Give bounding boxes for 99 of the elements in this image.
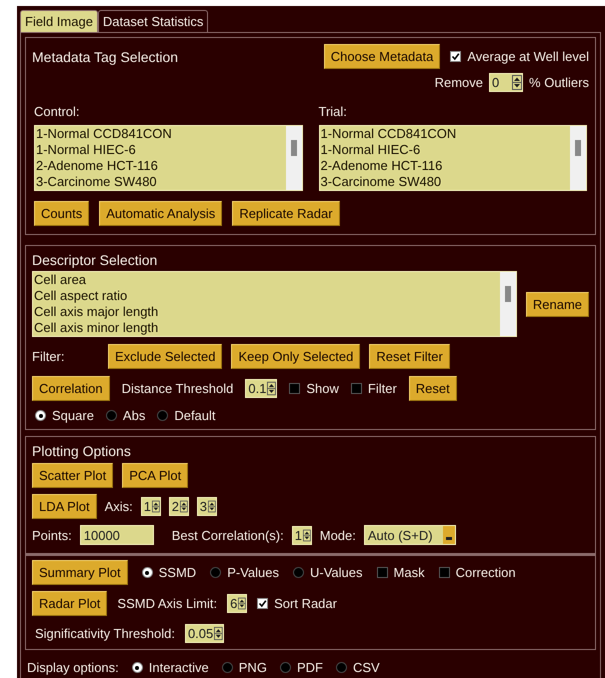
label: Points: [32,528,72,542]
radio-button[interactable] [280,662,291,673]
spin-box[interactable]: 3 [196,497,217,516]
spinner-arrows-icon[interactable] [180,499,188,514]
checkbox-label: Correction [456,565,516,580]
checkbox[interactable] [257,598,268,609]
label: Filter: [32,349,66,364]
section-title: Plotting Options [32,443,132,459]
radio-label: SSMD [158,565,196,580]
label: Axis: [104,499,133,514]
spinner-arrows-icon[interactable] [238,596,246,611]
radio-label: P-Values [227,565,279,580]
label: % Outliers [529,75,589,90]
section-title: Metadata Tag Selection [32,48,178,64]
list-item[interactable]: Cell area [34,272,500,288]
spinner-arrows-icon[interactable] [302,528,311,542]
list-label: Trial: [318,104,348,119]
scrollbar[interactable] [570,126,586,190]
radio-label: PDF [296,660,323,675]
checkbox-label: Mask [394,565,425,580]
label: SSMD Axis Limit: [117,596,218,611]
radio-button[interactable] [222,662,233,673]
section-title: Descriptor Selection [32,252,158,268]
summary-plot-button[interactable]: Summary Plot [32,560,128,585]
list-item[interactable]: 3-Carcinome SW480 [320,174,570,190]
list-item[interactable]: Cell axis minor length [34,320,500,336]
checkbox[interactable] [350,383,362,394]
spinner-arrows-icon[interactable] [208,499,216,514]
radio-button[interactable] [157,410,168,421]
rename-button[interactable]: Rename [526,292,589,316]
radio-label: CSV [352,660,380,675]
radar-plot-button[interactable]: Radar Plot [32,591,108,616]
spin-box[interactable]: 1 [292,526,312,544]
radio-button[interactable] [35,410,46,421]
choose-metadata-button[interactable]: Choose Metadata [324,44,440,69]
spin-box[interactable]: 1 [140,497,161,516]
list-item[interactable]: 2-Adenome HCT-116 [320,158,570,174]
checkbox-label: Show [306,381,339,396]
spinner-arrows-icon[interactable] [214,626,223,641]
spin-box[interactable]: 0 [489,73,524,92]
radio-button[interactable] [336,662,347,673]
radio-label: Interactive [148,660,209,675]
list-item[interactable]: 1-Normal HIEC-6 [320,142,570,158]
checkbox[interactable] [438,567,450,578]
checkbox[interactable] [450,51,462,62]
correlation-button[interactable]: Correlation [32,376,110,401]
filter-button[interactable]: Keep Only Selected [231,344,360,369]
spin-box[interactable]: 0.05 [184,624,224,643]
list-item[interactable]: 1-Normal HIEC-6 [36,142,286,158]
filter-button[interactable]: Exclude Selected [108,344,222,369]
radio-button[interactable] [210,567,222,578]
filter-button[interactable]: Reset Filter [369,344,450,369]
plot-button[interactable]: PCA Plot [122,463,188,488]
radio-label: U-Values [310,565,363,580]
action-button[interactable]: Automatic Analysis [99,201,222,226]
spinner-arrows-icon[interactable] [267,381,276,396]
list-item[interactable]: 1-Normal CCD841CON [36,126,286,142]
spinner-arrows-icon[interactable] [152,499,160,514]
list-item[interactable]: 1-Normal CCD841CON [320,126,570,142]
points-field[interactable]: 10000 [80,525,154,545]
label: Remove [434,75,484,90]
dropdown-icon [444,536,453,542]
list-item[interactable]: 3-Carcinome SW480 [36,174,286,190]
radio-label: Square [52,408,94,423]
checkbox-label: Average at Well level [467,49,589,64]
label: Best Correlation(s): [172,528,284,542]
label: Display options: [27,660,119,675]
list-item[interactable]: Cell aspect ratio [34,288,500,304]
spinner-arrows-icon[interactable] [512,75,522,90]
plot-button[interactable]: Scatter Plot [32,463,114,488]
radio-button[interactable] [106,410,117,421]
tab[interactable]: Field Image [20,10,98,32]
mode-dropdown[interactable]: Auto (S+D) [364,525,456,545]
tab[interactable]: Dataset Statistics [98,10,208,32]
list-label: Control: [34,104,81,119]
radio-button[interactable] [142,567,153,578]
reset-button[interactable]: Reset [408,376,457,401]
radio-label: Abs [122,408,146,423]
radio-button[interactable] [293,567,304,578]
label: Significativity Threshold: [35,626,175,641]
spin-box[interactable]: 0.1 [245,379,278,398]
checkbox[interactable] [376,567,388,578]
list-item[interactable]: 2-Adenome HCT-116 [36,158,286,174]
radio-label: PNG [238,660,267,675]
radio-button[interactable] [132,662,143,673]
action-button[interactable]: Replicate Radar [232,201,340,226]
scrollbar[interactable] [500,272,516,336]
scrollbar[interactable] [286,126,302,190]
checkbox-label: Filter [368,381,397,396]
label: Distance Threshold [122,381,234,396]
spin-box[interactable]: 2 [168,497,189,516]
radio-label: Default [174,408,216,423]
checkbox[interactable] [289,383,300,394]
list-item[interactable]: Cell axis major length [34,304,500,320]
label: Mode: [320,528,356,542]
checkbox-label: Sort Radar [274,596,337,611]
lda-plot-button[interactable]: LDA Plot [32,494,97,519]
action-button[interactable]: Counts [34,201,90,226]
spin-box[interactable]: 6 [227,594,248,613]
